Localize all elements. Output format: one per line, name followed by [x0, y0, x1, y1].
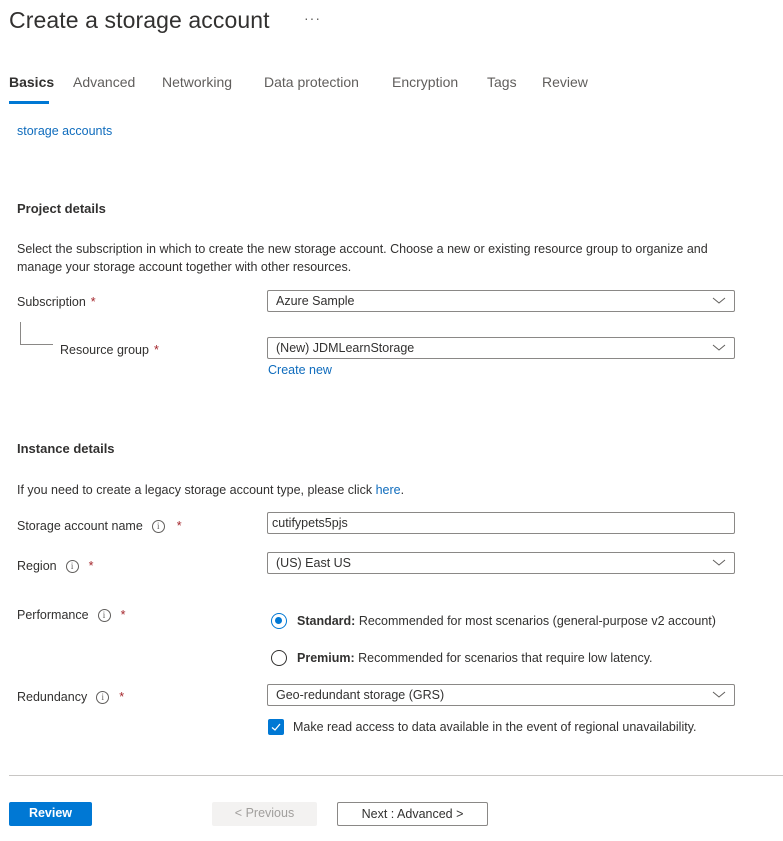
- performance-premium-description: Recommended for scenarios that require l…: [358, 651, 653, 665]
- tree-connector: [20, 322, 53, 345]
- instance-details-heading: Instance details: [17, 441, 115, 456]
- redundancy-value: Geo-redundant storage (GRS): [276, 688, 445, 702]
- region-label: Region i *: [17, 559, 94, 573]
- tab-data-protection[interactable]: Data protection: [264, 72, 359, 92]
- required-asterisk: *: [88, 559, 94, 573]
- resource-group-label-text: Resource group: [60, 343, 149, 357]
- required-asterisk: *: [153, 343, 159, 357]
- read-access-checkbox[interactable]: [268, 719, 284, 735]
- legacy-account-suffix: .: [400, 483, 405, 497]
- read-access-label: Make read access to data available in th…: [293, 720, 697, 734]
- storage-account-name-label: Storage account name i *: [17, 519, 182, 533]
- storage-account-name-input[interactable]: cutifypets5pjs: [267, 512, 735, 534]
- tab-basics[interactable]: Basics: [9, 72, 54, 92]
- footer-divider: [9, 775, 783, 776]
- chevron-down-icon: [712, 691, 726, 698]
- tab-advanced[interactable]: Advanced: [73, 72, 135, 92]
- performance-premium-radio[interactable]: [271, 650, 287, 666]
- redundancy-dropdown[interactable]: Geo-redundant storage (GRS): [267, 684, 735, 706]
- page-title: Create a storage account: [9, 7, 270, 33]
- redundancy-label-text: Redundancy: [17, 690, 88, 704]
- subscription-dropdown[interactable]: Azure Sample: [267, 290, 735, 312]
- project-details-description: Select the subscription in which to crea…: [17, 242, 708, 274]
- review-button[interactable]: Review: [9, 802, 92, 826]
- performance-standard-description: Recommended for most scenarios (general-…: [358, 614, 716, 628]
- required-asterisk: *: [119, 690, 125, 704]
- previous-button[interactable]: < Previous: [212, 802, 317, 826]
- performance-label: Performance i *: [17, 608, 125, 622]
- resource-group-value: (New) JDMLearnStorage: [276, 341, 415, 355]
- legacy-account-prefix: If you need to create a legacy storage a…: [17, 483, 373, 497]
- performance-label-text: Performance: [17, 608, 89, 622]
- required-asterisk: *: [120, 608, 126, 622]
- redundancy-label: Redundancy i *: [17, 690, 124, 704]
- resource-group-dropdown[interactable]: (New) JDMLearnStorage: [267, 337, 735, 359]
- region-value: (US) East US: [276, 556, 352, 570]
- performance-premium-name: Premium:: [297, 651, 355, 665]
- required-asterisk: *: [90, 295, 96, 309]
- tab-bar: Basics Advanced Networking Data protecti…: [0, 72, 783, 102]
- performance-standard-radio[interactable]: [271, 613, 287, 629]
- performance-premium-label: Premium: Recommended for scenarios that …: [297, 651, 653, 665]
- info-icon[interactable]: i: [97, 608, 111, 622]
- legacy-account-text: If you need to create a legacy storage a…: [17, 482, 404, 500]
- performance-standard-label: Standard: Recommended for most scenarios…: [297, 614, 716, 628]
- info-icon[interactable]: i: [65, 559, 79, 573]
- subscription-value: Azure Sample: [276, 294, 355, 308]
- chevron-down-icon: [712, 297, 726, 304]
- tab-tags[interactable]: Tags: [487, 72, 517, 92]
- storage-account-name-value: cutifypets5pjs: [272, 516, 348, 530]
- storage-accounts-link[interactable]: storage accounts: [17, 124, 112, 138]
- region-label-text: Region: [17, 559, 57, 573]
- info-icon[interactable]: i: [96, 690, 110, 704]
- active-tab-indicator: [9, 101, 49, 104]
- tab-review[interactable]: Review: [542, 72, 588, 92]
- tab-networking[interactable]: Networking: [162, 72, 232, 92]
- subscription-label-text: Subscription: [17, 295, 86, 309]
- legacy-account-here-link[interactable]: here: [376, 483, 401, 497]
- next-advanced-button[interactable]: Next : Advanced >: [337, 802, 488, 826]
- chevron-down-icon: [712, 559, 726, 566]
- storage-account-name-label-text: Storage account name: [17, 519, 143, 533]
- checkmark-icon: [271, 723, 281, 731]
- create-new-resource-group-link[interactable]: Create new: [268, 363, 332, 377]
- subscription-label: Subscription *: [17, 295, 96, 309]
- resource-group-label: Resource group *: [60, 343, 159, 357]
- info-icon[interactable]: i: [151, 519, 165, 533]
- performance-standard-name: Standard:: [297, 614, 356, 628]
- region-dropdown[interactable]: (US) East US: [267, 552, 735, 574]
- more-options-button[interactable]: ···: [304, 10, 321, 26]
- tab-encryption[interactable]: Encryption: [392, 72, 458, 92]
- required-asterisk: *: [176, 519, 182, 533]
- project-details-heading: Project details: [17, 201, 106, 216]
- chevron-down-icon: [712, 344, 726, 351]
